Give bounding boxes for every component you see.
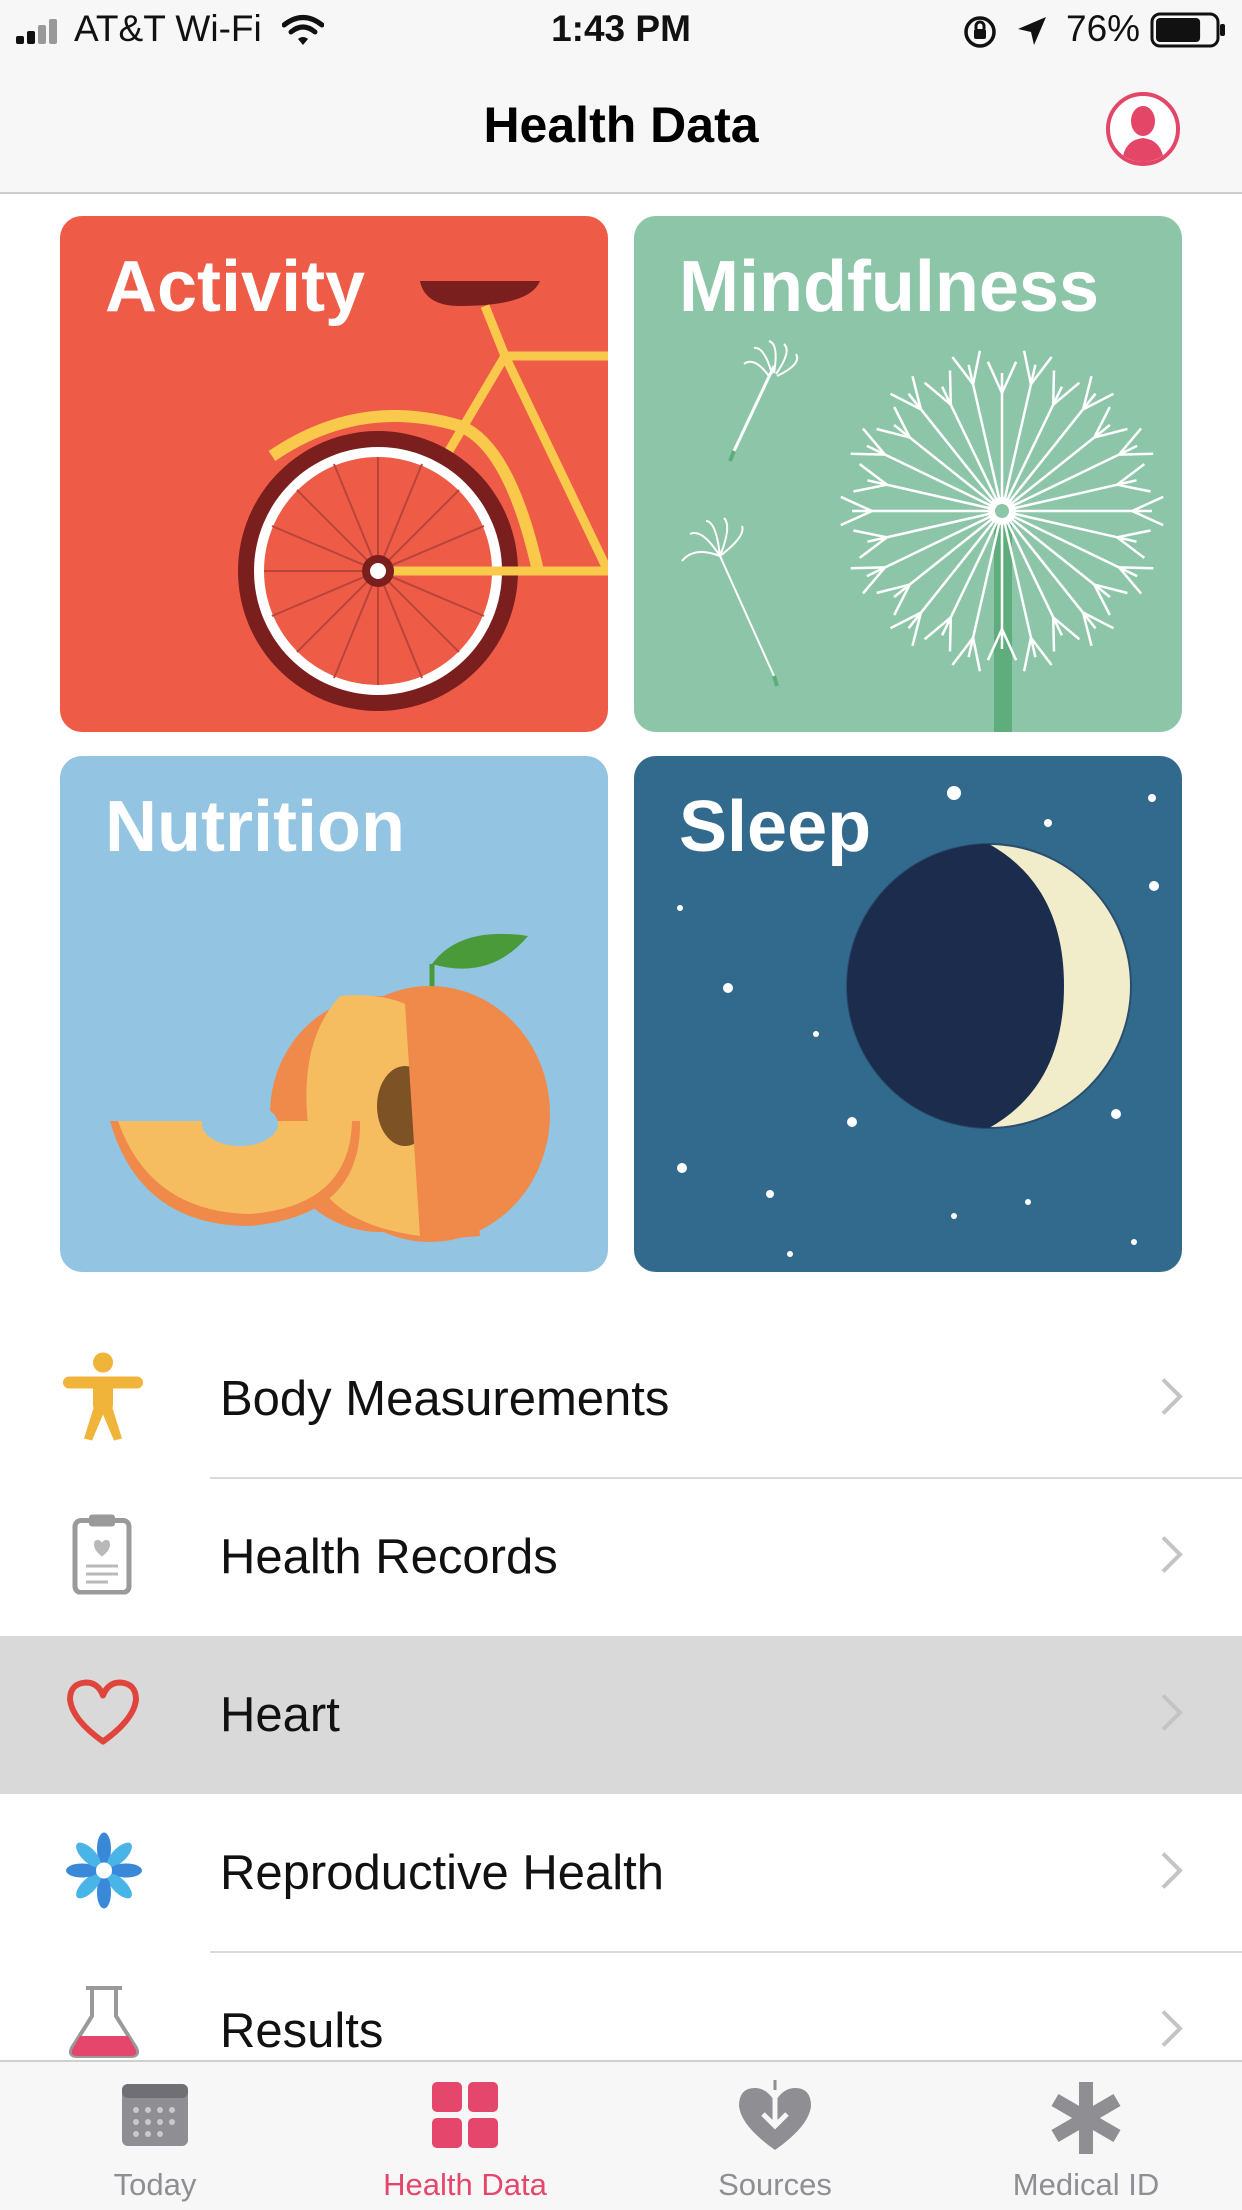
tile-sleep[interactable]: Sleep bbox=[634, 756, 1182, 1272]
tab-sources[interactable]: Sources bbox=[620, 2062, 930, 2210]
list-item-label: Health Records bbox=[220, 1530, 558, 1584]
orientation-lock-icon bbox=[962, 14, 998, 55]
clipboard-icon bbox=[72, 1514, 132, 1600]
tab-label: Health Data bbox=[383, 2167, 547, 2202]
tab-today[interactable]: Today bbox=[0, 2062, 310, 2210]
tile-title-activity: Activity bbox=[105, 247, 366, 327]
tile-title-nutrition: Nutrition bbox=[105, 787, 405, 867]
tile-activity[interactable]: Activity bbox=[60, 216, 608, 732]
tab-health-data[interactable]: Health Data bbox=[310, 2062, 620, 2210]
tab-label: Sources bbox=[718, 2167, 832, 2202]
battery-icon bbox=[1150, 12, 1228, 53]
chevron-right-icon bbox=[1160, 2009, 1184, 2054]
grid-icon bbox=[432, 2082, 498, 2148]
list-item-label: Heart bbox=[220, 1688, 340, 1742]
profile-icon[interactable] bbox=[1106, 92, 1180, 166]
calendar-icon bbox=[122, 2084, 188, 2146]
list-item-label: Reproductive Health bbox=[220, 1846, 664, 1900]
tile-title-sleep: Sleep bbox=[679, 787, 872, 867]
list-item-heart[interactable]: Heart bbox=[0, 1636, 1242, 1794]
tab-label: Today bbox=[113, 2167, 197, 2202]
tab-bar: Today Health Data Sources Medical ID bbox=[0, 2060, 1242, 2210]
list-item-body-measurements[interactable]: Body Measurements bbox=[0, 1320, 1242, 1478]
tab-medical-id[interactable]: Medical ID bbox=[930, 2062, 1242, 2210]
tile-nutrition[interactable]: Nutrition bbox=[60, 756, 608, 1272]
tile-title-mindfulness: Mindfulness bbox=[679, 247, 1100, 327]
asterisk-icon bbox=[1051, 2082, 1121, 2154]
list-item-reproductive-health[interactable]: Reproductive Health bbox=[0, 1794, 1242, 1952]
location-icon bbox=[1016, 15, 1048, 52]
flask-icon bbox=[64, 1952, 144, 2065]
chevron-right-icon bbox=[1160, 1851, 1184, 1896]
status-bar: AT&T Wi-Fi 1:43 PM 76% bbox=[0, 0, 1242, 62]
chevron-right-icon bbox=[1160, 1377, 1184, 1422]
flower-icon bbox=[64, 1831, 144, 1916]
navigation-bar: Health Data bbox=[0, 62, 1242, 194]
sources-heart-icon bbox=[739, 2080, 811, 2150]
clock: 1:43 PM bbox=[551, 8, 691, 49]
body-figure-icon bbox=[60, 1351, 146, 1448]
chevron-right-icon bbox=[1160, 1535, 1184, 1580]
tile-mindfulness[interactable]: Mindfulness bbox=[634, 216, 1182, 732]
battery-percent: 76% bbox=[1066, 8, 1141, 49]
tab-label: Medical ID bbox=[1012, 2167, 1160, 2202]
list-item-label: Results bbox=[220, 2004, 384, 2058]
list-item-health-records[interactable]: Health Records bbox=[0, 1478, 1242, 1636]
heart-icon bbox=[64, 1678, 142, 1753]
page-title: Health Data bbox=[483, 97, 759, 153]
list-item-label: Body Measurements bbox=[220, 1372, 670, 1426]
chevron-right-icon bbox=[1160, 1693, 1184, 1738]
